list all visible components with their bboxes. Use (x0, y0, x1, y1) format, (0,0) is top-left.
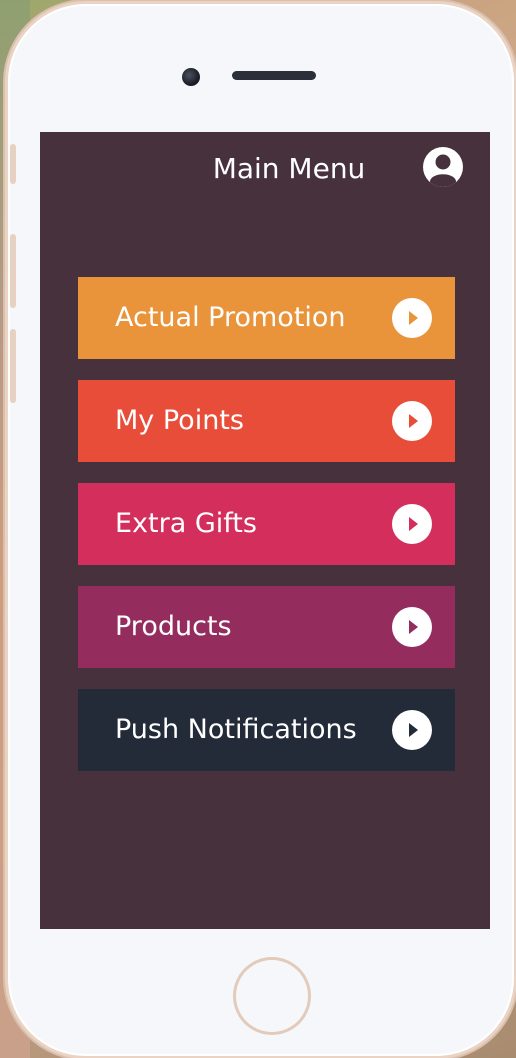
earpiece-speaker (232, 71, 316, 80)
user-icon-graphic (430, 154, 456, 187)
menu-item-label: Products (115, 611, 232, 642)
menu-item-actual-promotion[interactable]: Actual Promotion (78, 277, 455, 359)
chevron-right-circle-icon[interactable] (392, 710, 432, 750)
menu-item-push-notifications[interactable]: Push Notifications (78, 689, 455, 771)
app-screen: Main Menu Actual Promotion My Points Extra… (40, 132, 490, 929)
menu-item-label: My Points (115, 405, 244, 436)
home-button[interactable] (233, 957, 311, 1035)
user-icon[interactable] (423, 147, 463, 187)
menu-item-my-points[interactable]: My Points (78, 380, 455, 462)
menu-item-label: Push Notifications (115, 714, 357, 745)
front-camera (182, 68, 200, 86)
chevron-right-circle-icon[interactable] (392, 298, 432, 338)
chevron-right-circle-icon[interactable] (392, 607, 432, 647)
chevron-right-circle-icon[interactable] (392, 504, 432, 544)
mute-switch (10, 144, 16, 184)
menu-item-label: Extra Gifts (115, 508, 257, 539)
volume-up-button (10, 234, 16, 308)
chevron-right-circle-icon[interactable] (392, 401, 432, 441)
menu-item-extra-gifts[interactable]: Extra Gifts (78, 483, 455, 565)
volume-down-button (10, 329, 16, 403)
menu-item-products[interactable]: Products (78, 586, 455, 668)
menu-item-label: Actual Promotion (115, 302, 346, 333)
page-title-text: Main Menu (212, 152, 366, 185)
